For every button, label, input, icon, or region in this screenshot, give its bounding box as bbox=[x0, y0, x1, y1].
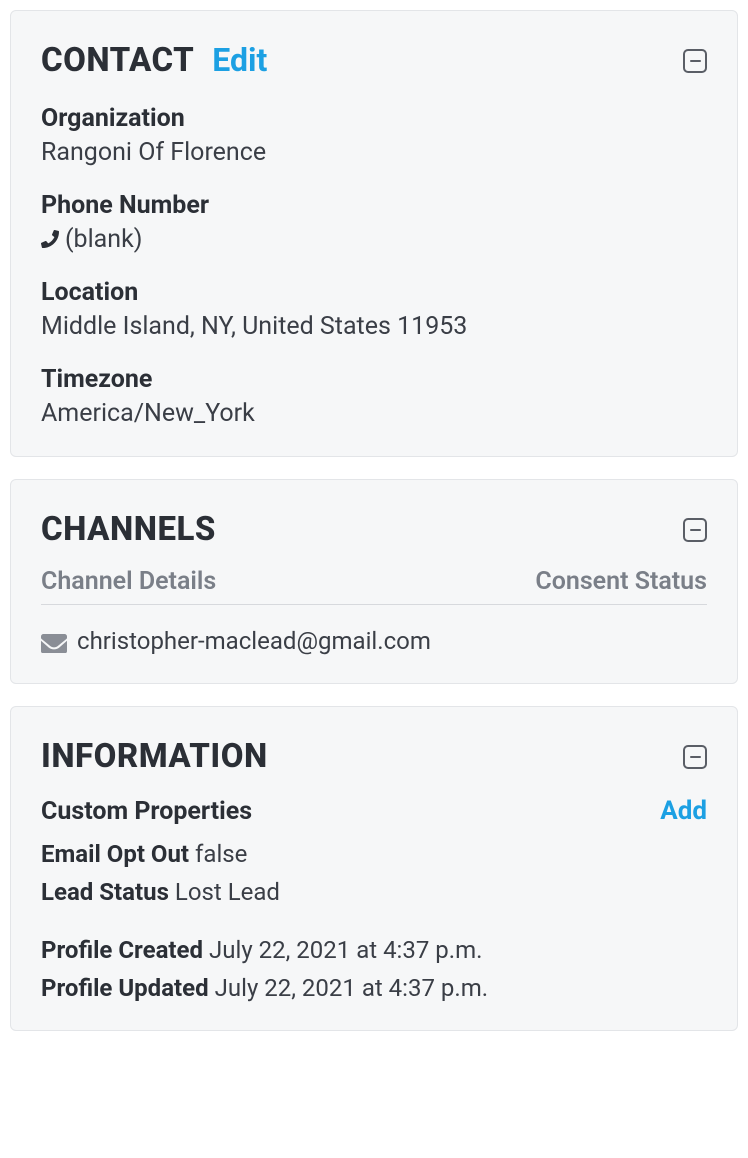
profile-created-value: July 22, 2021 at 4:37 p.m. bbox=[209, 936, 482, 964]
profile-updated-label: Profile Updated bbox=[41, 974, 209, 1002]
contact-card: CONTACT Edit Organization Rangoni Of Flo… bbox=[10, 10, 738, 457]
location-label: Location bbox=[41, 278, 707, 307]
location-field: Location Middle Island, NY, United State… bbox=[41, 278, 707, 341]
contact-header-left: CONTACT Edit bbox=[41, 41, 267, 80]
channels-header-left: CHANNELS bbox=[41, 510, 216, 549]
profile-updated-value: July 22, 2021 at 4:37 p.m. bbox=[215, 974, 488, 1002]
channels-card: CHANNELS Channel Details Consent Status … bbox=[10, 479, 738, 684]
collapse-information-button[interactable] bbox=[683, 745, 707, 769]
email-opt-out-row: Email Opt Outfalse bbox=[41, 840, 707, 868]
edit-contact-link[interactable]: Edit bbox=[212, 41, 267, 79]
phone-label: Phone Number bbox=[41, 191, 707, 220]
email-opt-out-value: false bbox=[195, 840, 247, 868]
channels-card-header: CHANNELS bbox=[41, 510, 707, 549]
information-header-left: INFORMATION bbox=[41, 737, 268, 776]
custom-properties-header: Custom Properties Add bbox=[41, 796, 707, 826]
information-card: INFORMATION Custom Properties Add Email … bbox=[10, 706, 738, 1031]
phone-field: Phone Number (blank) bbox=[41, 191, 707, 254]
contact-card-header: CONTACT Edit bbox=[41, 41, 707, 80]
profile-created-label: Profile Created bbox=[41, 936, 203, 964]
phone-icon bbox=[41, 226, 59, 244]
lead-status-row: Lead StatusLost Lead bbox=[41, 878, 707, 906]
information-card-header: INFORMATION bbox=[41, 737, 707, 776]
timestamps-block: Profile CreatedJuly 22, 2021 at 4:37 p.m… bbox=[41, 936, 707, 1002]
phone-value: (blank) bbox=[41, 225, 707, 254]
contact-title: CONTACT bbox=[41, 41, 194, 80]
organization-field: Organization Rangoni Of Florence bbox=[41, 104, 707, 167]
consent-status-header: Consent Status bbox=[535, 567, 707, 596]
location-value: Middle Island, NY, United States 11953 bbox=[41, 312, 707, 341]
channels-title: CHANNELS bbox=[41, 510, 216, 549]
collapse-channels-button[interactable] bbox=[683, 518, 707, 542]
minus-icon bbox=[690, 60, 701, 62]
timezone-label: Timezone bbox=[41, 365, 707, 394]
envelope-icon bbox=[41, 631, 67, 651]
add-property-link[interactable]: Add bbox=[660, 796, 707, 826]
timezone-field: Timezone America/New_York bbox=[41, 365, 707, 428]
channels-columns-row: Channel Details Consent Status bbox=[41, 567, 707, 605]
channel-email-value: christopher-maclead@gmail.com bbox=[77, 627, 431, 655]
channel-details-header: Channel Details bbox=[41, 567, 216, 596]
email-opt-out-label: Email Opt Out bbox=[41, 840, 189, 868]
custom-properties-label: Custom Properties bbox=[41, 797, 252, 826]
profile-updated-row: Profile UpdatedJuly 22, 2021 at 4:37 p.m… bbox=[41, 974, 707, 1002]
organization-label: Organization bbox=[41, 104, 707, 133]
timezone-value: America/New_York bbox=[41, 399, 707, 428]
channel-row: christopher-maclead@gmail.com bbox=[41, 623, 707, 655]
information-title: INFORMATION bbox=[41, 737, 268, 776]
lead-status-label: Lead Status bbox=[41, 878, 169, 906]
lead-status-value: Lost Lead bbox=[175, 878, 280, 906]
profile-created-row: Profile CreatedJuly 22, 2021 at 4:37 p.m… bbox=[41, 936, 707, 964]
collapse-contact-button[interactable] bbox=[683, 49, 707, 73]
minus-icon bbox=[690, 529, 701, 531]
organization-value: Rangoni Of Florence bbox=[41, 138, 707, 167]
minus-icon bbox=[690, 756, 701, 758]
custom-properties-block: Email Opt Outfalse Lead StatusLost Lead bbox=[41, 840, 707, 906]
phone-value-text: (blank) bbox=[65, 225, 142, 254]
